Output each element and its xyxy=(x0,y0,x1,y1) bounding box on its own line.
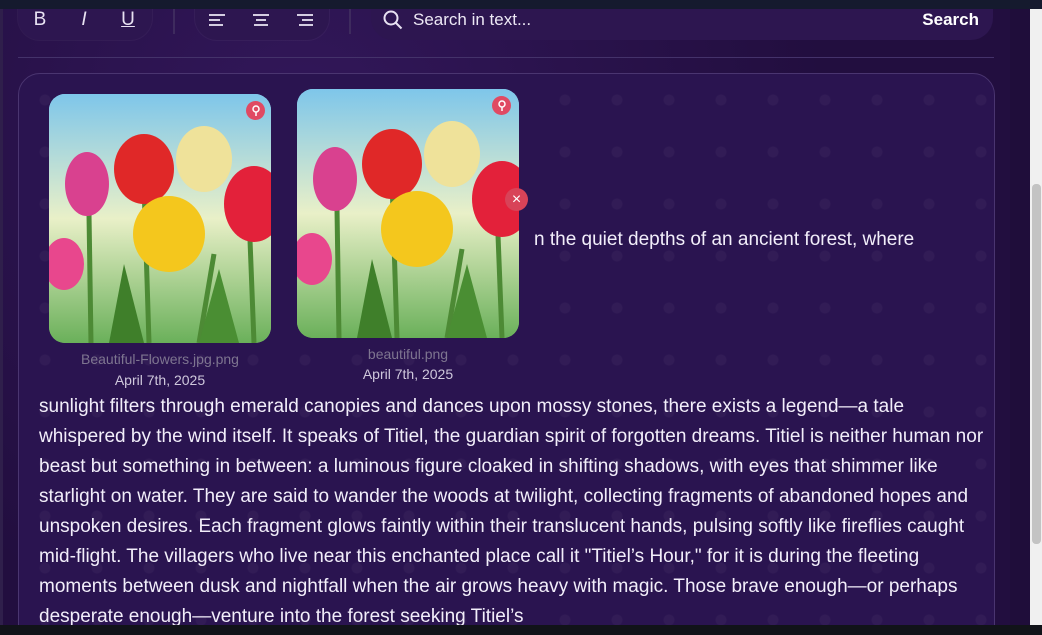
align-left-icon xyxy=(209,14,225,26)
window-bottom-bar xyxy=(0,625,1042,635)
toolbar-separator xyxy=(173,8,175,34)
image-thumbnail[interactable] xyxy=(297,89,519,338)
tulips-image xyxy=(49,94,271,343)
pin-icon[interactable] xyxy=(246,101,265,120)
attachment-filename: beautiful.png xyxy=(367,346,449,362)
toolbar-divider xyxy=(18,57,994,58)
attachment-filename: Beautiful-Flowers.jpg.png xyxy=(81,351,239,367)
search-icon xyxy=(383,10,403,30)
image-thumbnail[interactable] xyxy=(49,94,271,343)
align-right-icon xyxy=(297,14,313,26)
window-top-bar xyxy=(0,0,1042,9)
align-center-icon xyxy=(253,14,269,26)
search-input[interactable] xyxy=(411,9,923,31)
pin-icon[interactable] xyxy=(492,96,511,115)
scrollbar-thumb[interactable] xyxy=(1032,184,1041,544)
search-button[interactable]: Search xyxy=(922,10,979,30)
toolbar-separator xyxy=(349,8,351,34)
document-first-line: n the quiet depths of an ancient forest,… xyxy=(534,229,915,250)
remove-attachment-button[interactable]: × xyxy=(505,188,528,211)
close-icon: × xyxy=(511,190,522,208)
editor-app: B I U Search in text... Search Beautiful… xyxy=(0,0,1010,635)
tulips-image xyxy=(297,89,519,338)
attachment-date: April 7th, 2025 xyxy=(362,366,454,382)
window-edge xyxy=(0,9,3,635)
attachment-date: April 7th, 2025 xyxy=(114,372,206,388)
document-body: sunlight filters through emerald canopie… xyxy=(39,396,984,627)
